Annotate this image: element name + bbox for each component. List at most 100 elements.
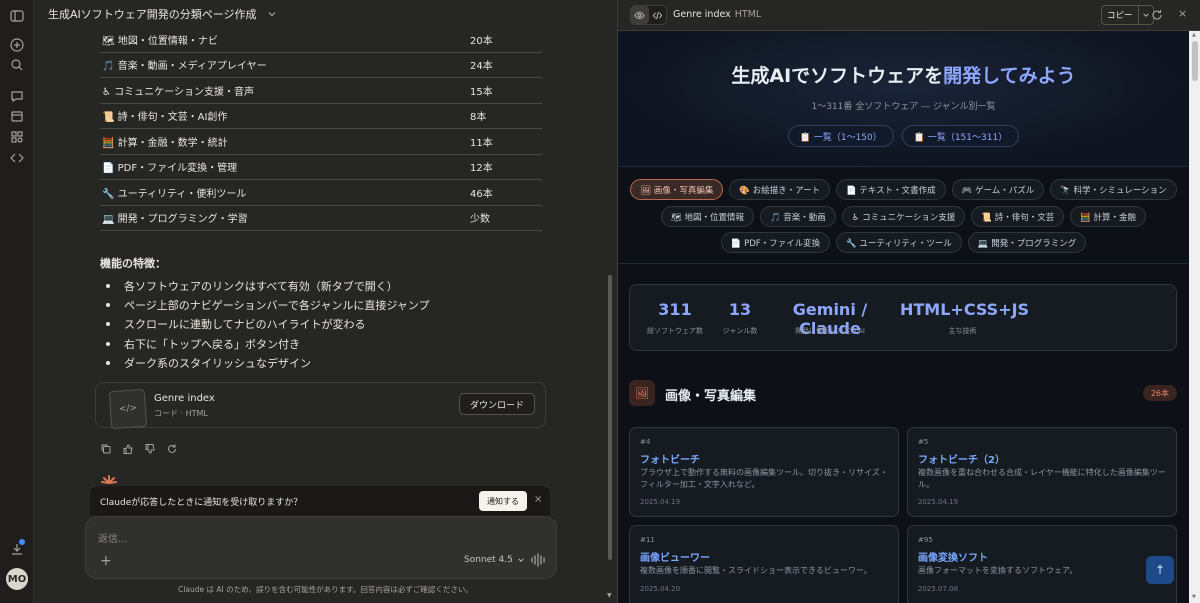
nav-chip-science-simulation[interactable]: 🔭 科学・シミュレーション [1050,179,1177,200]
table-row: 🎵 音楽・動画・メディアプレイヤー 24本 [100,53,542,78]
stat-number: HTML+CSS+JS [900,300,1030,319]
panel-title-text: Genre index [673,9,731,20]
table-row: 📄 PDF・ファイル変換・管理 12本 [100,155,542,180]
search-icon[interactable] [9,57,25,73]
close-panel-button[interactable]: × [1178,7,1187,20]
code-view-icon[interactable] [649,6,667,24]
list-item-text: ページ上部のナビゲーションバーで各ジャンルに直接ジャンプ [124,298,430,312]
scrollbar-thumb[interactable] [1192,41,1198,81]
list-item-text: スクロールに連動してナビのハイライトが変わる [124,318,366,332]
panel-scrollbar[interactable]: ▲ ▼ [1189,31,1200,603]
refresh-icon[interactable] [1151,9,1163,21]
artifact-card[interactable]: </> Genre index コード · HTML ダウンロード [95,382,546,430]
list-item: スクロールに連動してナビのハイライトが変わる [106,315,546,334]
software-link[interactable]: 画像変換ソフト [918,549,988,564]
projects-icon[interactable] [9,108,25,124]
section-header: 🖼 画像・写真編集 26本 [629,380,1177,406]
reply-input-box[interactable]: 返信... + Sonnet 4.5 [85,516,557,579]
genre-nav: 🖼 画像・写真編集 🎨 お絵描き・アート 📄 テキスト・文書作成 🎮 ゲーム・パ… [618,168,1189,264]
stat-genre-count: 13 ジャンル数 [716,300,764,336]
nav-chip-text-document[interactable]: 📄 テキスト・文書作成 [836,179,946,200]
add-attachment-button[interactable]: + [100,553,112,569]
chat-scrollbar[interactable] [608,275,612,560]
app-window: MO 生成AIソフトウェア開発の分類ページ作成 🗺 地図・位置情報・ナビ 20本 … [0,0,1200,603]
close-notification-button[interactable]: × [534,494,542,505]
list-item: 各ソフトウェアのリンクはすべて有効（新タブで開く） [106,276,546,295]
table-row: 💻 開発・プログラミング・学習 少数 [100,206,542,231]
nav-chip-utility[interactable]: 🔧 ユーティリティ・ツール [836,232,962,253]
enable-notifications-button[interactable]: 通知する [479,491,527,511]
genre-nav-row: 📄 PDF・ファイル変換 🔧 ユーティリティ・ツール 💻 開発・プログラミング [618,232,1189,253]
nav-chip-calc-finance[interactable]: 🧮 計算・金融 [1070,206,1147,227]
code-icon[interactable] [9,150,25,166]
nav-chip-development[interactable]: 💻 開発・プログラミング [967,232,1087,253]
nav-chip-image-photo[interactable]: 🖼 画像・写真編集 [630,179,724,200]
hero-buttons: 📋 一覧（1〜150） 📋 一覧（151〜311） [618,125,1189,147]
nav-chip-map-location[interactable]: 🗺 地図・位置情報 [660,206,754,227]
table-cell-genre: 🧮 計算・金融・数学・統計 [102,137,228,149]
panel-toolbar: Genre index HTML コピー × [618,0,1200,31]
stat-label: 総ソフトウェア数 [647,327,703,335]
table-row: 🧮 計算・金融・数学・統計 11本 [100,129,542,155]
copy-button[interactable]: コピー [1102,6,1139,24]
nav-chip-pdf-file[interactable]: 📄 PDF・ファイル変換 [720,232,831,253]
list-1-150-button[interactable]: 📋 一覧（1〜150） [787,125,894,147]
nav-chip-game-puzzle[interactable]: 🎮 ゲーム・パズル [951,179,1045,200]
stat-technology: HTML+CSS+JS 主な技術 [900,300,1030,336]
stat-number: 13 [728,300,752,319]
table-cell-genre: 🔧 ユーティリティ・便利ツール [102,188,247,200]
artifacts-icon[interactable] [9,129,25,145]
table-row: 🔧 ユーティリティ・便利ツール 46本 [100,180,542,206]
new-chat-icon[interactable] [9,37,25,53]
chat-column: 生成AIソフトウェア開発の分類ページ作成 🗺 地図・位置情報・ナビ 20本 🎵 音… [34,0,617,603]
hero-title-accent: 開発してみよう [943,65,1076,87]
view-toggle [630,5,667,25]
table-cell-count: 24本 [470,61,493,73]
reply-input[interactable]: 返信... [98,530,128,545]
section-count-badge: 26本 [1142,385,1177,401]
sidebar-toggle-icon[interactable] [9,8,25,24]
code-file-icon: </> [108,388,148,430]
hero-section: 生成AIでソフトウェアを開発してみよう 1〜311番 全ソフトウェア ― ジャン… [618,31,1189,167]
list-151-311-button[interactable]: 📋 一覧（151〜311） [901,125,1020,147]
scroll-down-arrow-icon[interactable]: ▼ [607,592,612,599]
table-cell-genre: ♿ コミュニケーション支援・音声 [102,86,254,98]
table-cell-count: 46本 [470,188,493,200]
software-card[interactable]: #11 画像ビューワー 複数画像を順番に閲覧・スライドショー表示できるビューワー… [629,525,899,603]
software-description: 複数画像を順番に閲覧・スライドショー表示できるビューワー。 [640,566,872,575]
genre-nav-row: 🖼 画像・写真編集 🎨 お絵描き・アート 📄 テキスト・文書作成 🎮 ゲーム・パ… [618,179,1189,200]
list-item-text: 右下に「トップへ戻る」ボタン付き [124,337,300,351]
model-selector[interactable]: Sonnet 4.5 [464,555,525,565]
scroll-up-arrow-icon[interactable]: ▲ [1192,32,1196,38]
chats-icon[interactable] [9,88,25,104]
avatar[interactable]: MO [6,568,28,590]
software-id: #5 [918,438,929,446]
copy-icon[interactable] [100,443,112,455]
retry-icon[interactable] [166,443,178,455]
download-button[interactable]: ダウンロード [458,393,535,415]
list-item-text: 各ソフトウェアのリンクはすべて有効（新タブで開く） [124,279,398,293]
scroll-down-arrow-icon[interactable]: ▼ [1192,594,1196,600]
preview-eye-icon[interactable] [631,6,649,24]
software-description: 画像フォーマットを変換するソフトウェア。 [918,566,1078,575]
nav-chip-poetry-haiku[interactable]: 📜 詩・俳句・文芸 [971,206,1065,227]
thumbs-up-icon[interactable] [122,443,134,455]
chat-title-button[interactable]: 生成AIソフトウェア開発の分類ページ作成 [48,6,277,22]
back-to-top-button[interactable]: ↑ [1146,556,1174,584]
software-link[interactable]: フォトビーチ（2） [918,451,1005,466]
software-card[interactable]: #5 フォトビーチ（2） 複数画像を重ね合わせる合成・レイヤー機能に特化した画像… [907,427,1177,517]
software-card[interactable]: #4 フォトビーチ ブラウザ上で動作する無料の画像編集ツール。切り抜き・リサイズ… [629,427,899,517]
table-cell-count: 11本 [470,137,493,149]
software-description: 複数画像を重ね合わせる合成・レイヤー機能に特化した画像編集ツール。 [918,468,1166,489]
software-card[interactable]: #95 画像変換ソフト 画像フォーマットを変換するソフトウェア。 2025.07… [907,525,1177,603]
notification-banner: Claudeが応答したときに通知を受け取りますか？ 通知する × [90,486,550,516]
hero-subtitle: 1〜311番 全ソフトウェア ― ジャンル別一覧 [811,102,996,112]
voice-mode-icon[interactable] [530,553,546,567]
notification-dot [19,539,25,545]
software-link[interactable]: フォトビーチ [640,451,700,466]
software-link[interactable]: 画像ビューワー [640,549,710,564]
nav-chip-communication[interactable]: ♿ コミュニケーション支援 [841,206,966,227]
nav-chip-music-video[interactable]: 🎵 音楽・動画 [759,206,836,227]
thumbs-down-icon[interactable] [144,443,156,455]
nav-chip-drawing-art[interactable]: 🎨 お絵描き・アート [729,179,831,200]
